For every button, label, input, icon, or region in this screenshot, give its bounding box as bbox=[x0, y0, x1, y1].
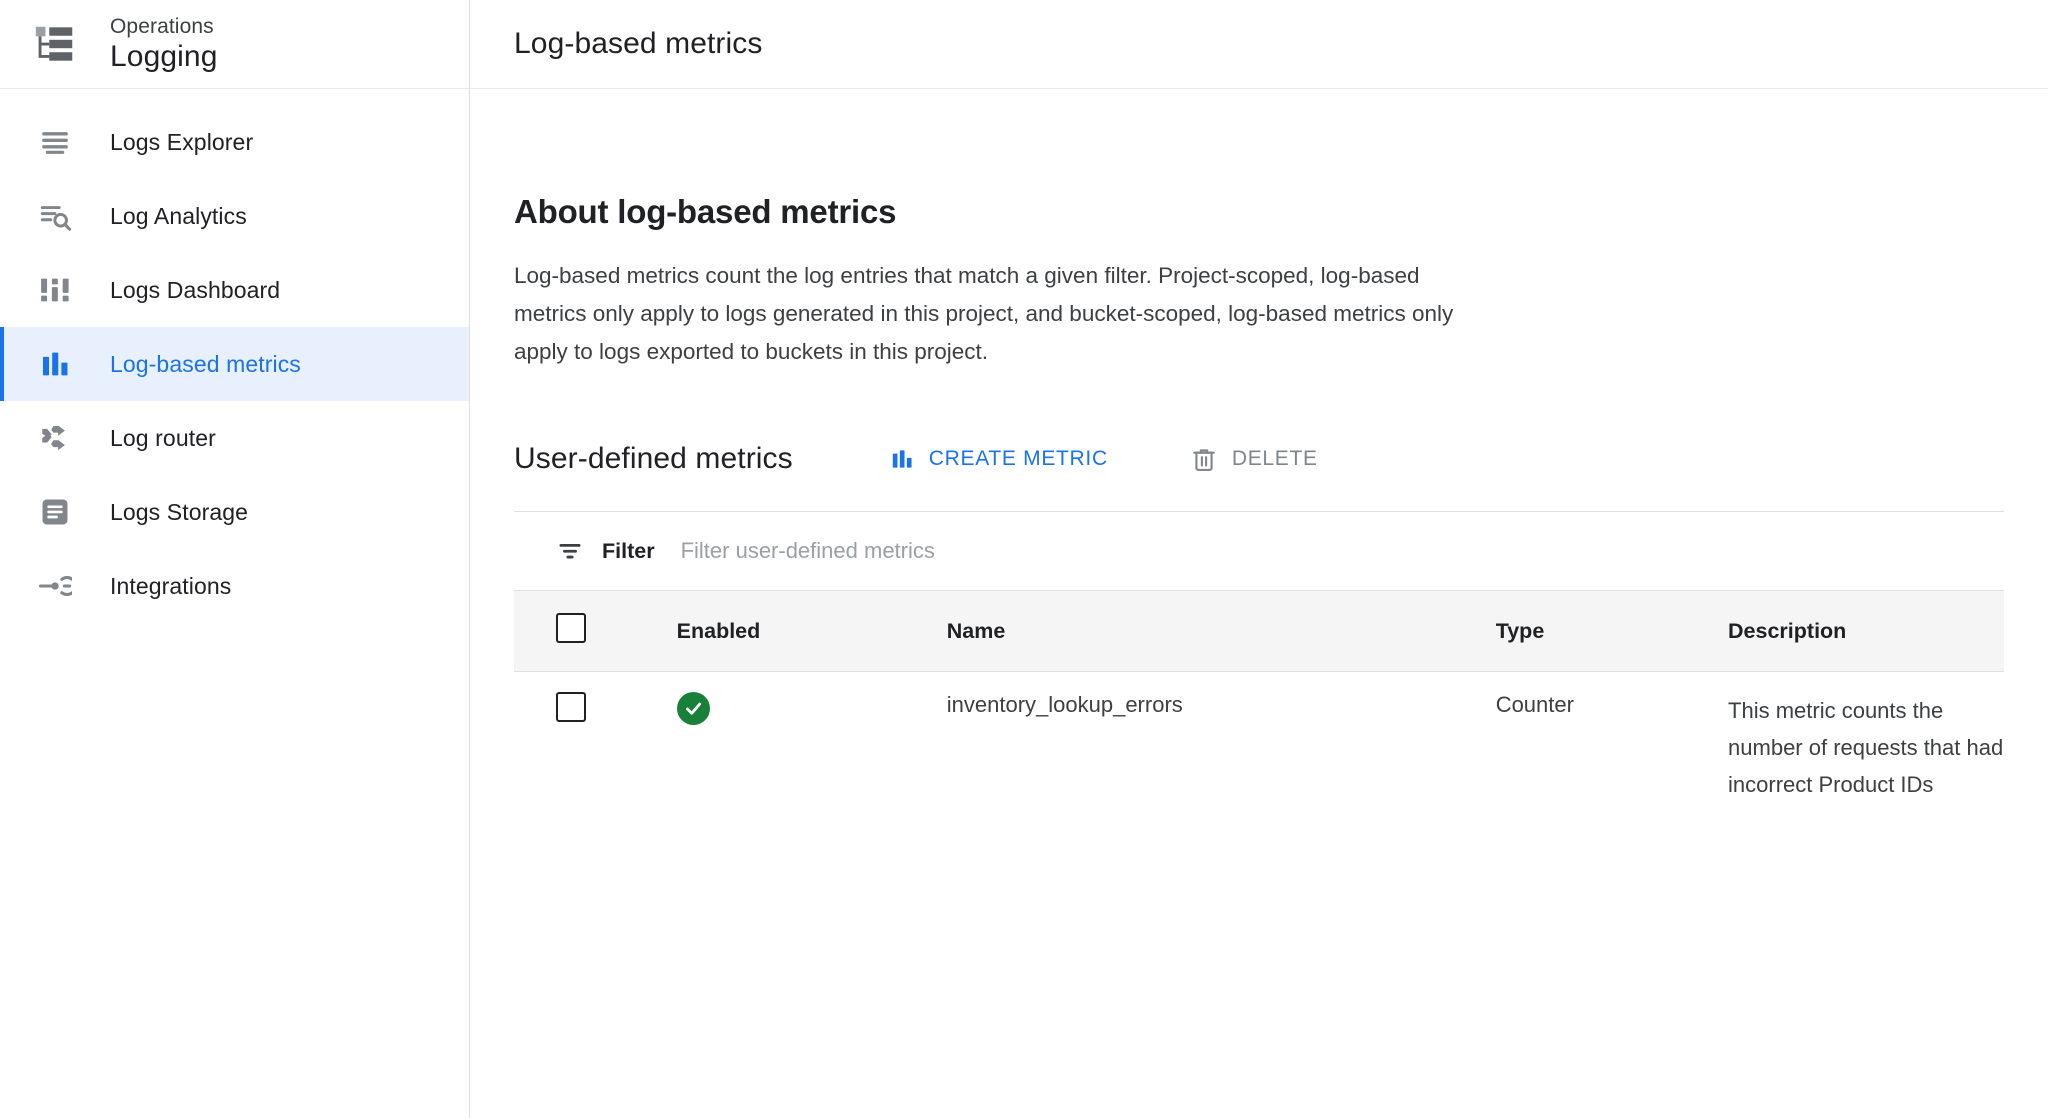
sidebar-item-label: Logs Explorer bbox=[110, 128, 254, 155]
row-type-cell: Counter bbox=[1495, 692, 1574, 717]
sidebar-item-label: Log-based metrics bbox=[110, 350, 301, 377]
create-metric-label: CREATE METRIC bbox=[928, 447, 1108, 470]
table-row[interactable]: inventory_lookup_errors Counter This met… bbox=[514, 672, 2004, 824]
sidebar-item-label: Logs Dashboard bbox=[110, 276, 281, 303]
sidebar-item-log-analytics[interactable]: Log Analytics bbox=[0, 179, 469, 253]
list-search-icon bbox=[24, 199, 86, 233]
bar-chart-icon bbox=[889, 446, 915, 472]
brand-product: Logging bbox=[110, 40, 218, 73]
content-area: About log-based metrics Log-based metric… bbox=[470, 193, 2048, 824]
table-head: Enabled Name Type Description bbox=[514, 590, 2004, 672]
table-header-row: Enabled Name Type Description bbox=[514, 590, 2004, 672]
filter-bar: Filter bbox=[514, 512, 2004, 590]
sidebar-item-label: Logs Storage bbox=[110, 498, 249, 525]
user-defined-toolbar: User-defined metrics CREATE METRIC DELET… bbox=[514, 437, 2004, 481]
column-header-type[interactable]: Type bbox=[1495, 590, 1729, 672]
table-body: inventory_lookup_errors Counter This met… bbox=[514, 672, 2004, 824]
sidebar-item-label: Log Analytics bbox=[110, 202, 247, 229]
about-heading: About log-based metrics bbox=[514, 193, 897, 230]
page-title: Log-based metrics bbox=[514, 27, 763, 60]
sidebar-item-integrations[interactable]: Integrations bbox=[0, 549, 469, 623]
storage-document-icon bbox=[24, 495, 86, 529]
sidebar-item-log-based-metrics[interactable]: Log-based metrics bbox=[0, 327, 469, 401]
filter-label: Filter bbox=[602, 538, 655, 563]
list-lines-icon bbox=[24, 125, 86, 159]
brand-header[interactable]: Operations Logging bbox=[0, 0, 469, 89]
create-metric-button[interactable]: CREATE METRIC bbox=[879, 438, 1118, 480]
filter-icon[interactable] bbox=[556, 537, 584, 565]
logging-hierarchy-icon bbox=[24, 21, 86, 67]
column-header-enabled[interactable]: Enabled bbox=[676, 590, 947, 672]
row-checkbox[interactable] bbox=[556, 692, 586, 722]
dashboard-bars-icon bbox=[24, 273, 86, 307]
sidebar-item-log-router[interactable]: Log router bbox=[0, 401, 469, 475]
brand-suite: Operations bbox=[110, 15, 214, 38]
row-enabled-cell bbox=[676, 672, 947, 824]
bar-chart-icon bbox=[24, 347, 86, 381]
user-defined-title: User-defined metrics bbox=[514, 442, 793, 475]
row-name-cell: inventory_lookup_errors bbox=[946, 692, 1183, 717]
column-header-name[interactable]: Name bbox=[946, 590, 1496, 672]
column-header-description[interactable]: Description bbox=[1728, 590, 2004, 672]
trash-icon bbox=[1190, 445, 1218, 473]
metrics-table: Enabled Name Type Description inventory_… bbox=[514, 590, 2004, 824]
about-body: Log-based metrics count the log entries … bbox=[514, 263, 1454, 364]
page-header: Log-based metrics bbox=[470, 0, 2048, 89]
sidebar-item-logs-explorer[interactable]: Logs Explorer bbox=[0, 105, 469, 179]
sidebar: Operations Logging Logs Explorer Log Ana… bbox=[0, 0, 470, 1118]
check-circle-icon bbox=[676, 692, 710, 725]
select-all-checkbox[interactable] bbox=[556, 613, 586, 643]
delete-label: DELETE bbox=[1231, 447, 1318, 470]
sidebar-item-logs-storage[interactable]: Logs Storage bbox=[0, 475, 469, 549]
sidebar-item-logs-dashboard[interactable]: Logs Dashboard bbox=[0, 253, 469, 327]
app-root: Operations Logging Logs Explorer Log Ana… bbox=[0, 0, 2048, 1118]
row-select-cell bbox=[514, 672, 677, 824]
sidebar-nav: Logs Explorer Log Analytics Logs Dashboa… bbox=[0, 89, 469, 623]
sidebar-item-label: Log router bbox=[110, 424, 216, 451]
sidebar-item-label: Integrations bbox=[110, 572, 232, 599]
select-all-header bbox=[514, 590, 677, 672]
filter-input[interactable] bbox=[680, 538, 1201, 564]
delete-button[interactable]: DELETE bbox=[1180, 437, 1328, 481]
shuffle-arrows-icon bbox=[24, 421, 86, 455]
row-description-cell: This metric counts the number of request… bbox=[1728, 698, 2004, 797]
main-content: Log-based metrics About log-based metric… bbox=[470, 0, 2048, 1118]
integration-node-icon bbox=[24, 569, 86, 603]
